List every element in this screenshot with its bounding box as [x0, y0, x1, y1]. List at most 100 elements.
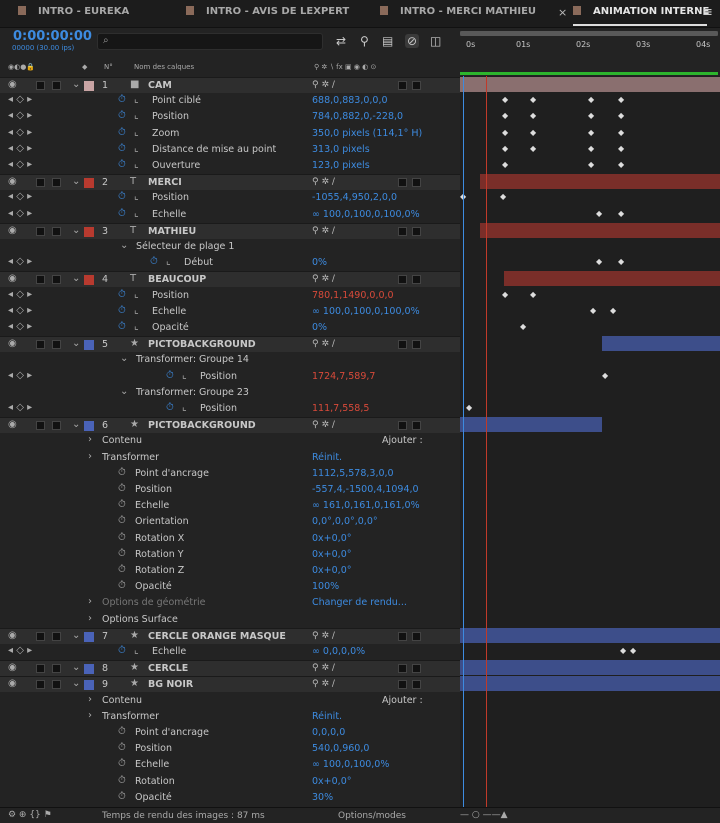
- expand-chevron-icon[interactable]: ⌄: [72, 630, 80, 641]
- keyframe-nav-icon[interactable]: ◂ ◇ ▸: [8, 256, 32, 267]
- layer-label-color[interactable]: [84, 680, 94, 691]
- group-row[interactable]: ⌄ Transformer: Groupe 14: [0, 352, 460, 369]
- parent-box[interactable]: [412, 178, 421, 188]
- stopwatch-icon[interactable]: ⏱: [118, 532, 126, 543]
- graph-icon[interactable]: ⌞: [134, 143, 139, 154]
- layer-duration-bar[interactable]: [480, 174, 720, 190]
- section-action[interactable]: Réinit.: [312, 452, 342, 463]
- time-navigator[interactable]: [460, 31, 718, 36]
- section-row[interactable]: › Contenu Ajouter :: [0, 433, 460, 450]
- expand-chevron-icon[interactable]: ⌄: [72, 79, 80, 90]
- solo-box[interactable]: [36, 340, 45, 350]
- property-value[interactable]: -1055,4,950,2,0,0: [312, 192, 397, 203]
- layer-row-3[interactable]: ◉ ⌄ 3 T MATHIEU ⚲ ✲ ∕: [0, 222, 460, 239]
- stopwatch-icon[interactable]: ⏱: [118, 305, 126, 316]
- keyframe-nav-icon[interactable]: ◂ ◇ ▸: [8, 191, 32, 202]
- keyframe-marker[interactable]: ◆: [530, 111, 536, 120]
- expand-chevron-icon[interactable]: ›: [88, 451, 92, 462]
- lock-box[interactable]: [52, 340, 61, 350]
- graph-icon[interactable]: ⌞: [134, 208, 139, 219]
- keyframe-nav-icon[interactable]: ◂ ◇ ▸: [8, 143, 32, 154]
- graph-icon[interactable]: ⌞: [134, 321, 139, 332]
- solo-box[interactable]: [36, 178, 45, 188]
- transform-row[interactable]: ⏱ Opacité 100%: [0, 579, 460, 596]
- keyframe-marker[interactable]: ◆: [502, 290, 508, 299]
- transform-value[interactable]: ∞ 100,0,100,0%: [312, 759, 389, 770]
- layer-name[interactable]: MATHIEU: [148, 226, 196, 237]
- keyframe-marker[interactable]: ◆: [502, 160, 508, 169]
- parent-box[interactable]: [412, 81, 421, 90]
- layer-row-2[interactable]: ◉ ⌄ 2 T MERCI ⚲ ✲ ∕: [0, 174, 460, 191]
- solo-box[interactable]: [36, 81, 45, 90]
- layer-label-color[interactable]: [84, 226, 94, 237]
- transform-row[interactable]: ⏱ Point d'ancrage 0,0,0,0: [0, 725, 460, 741]
- keyframe-marker[interactable]: ◆: [530, 128, 536, 137]
- stopwatch-icon[interactable]: ⏱: [118, 548, 126, 559]
- layer-name[interactable]: BEAUCOUP: [148, 274, 206, 285]
- parent-box[interactable]: [398, 178, 407, 188]
- switches-column-header[interactable]: ⚲ ✲ ∖ fx ▣ ◉ ◐ ⊙: [314, 63, 376, 71]
- solo-box[interactable]: [36, 226, 45, 236]
- layer-row-9[interactable]: ◉ ⌄ 9 ★ BG NOIR ⚲ ✲ ∕: [0, 676, 460, 693]
- transform-row[interactable]: ⏱ Rotation 0x+0,0°: [0, 773, 460, 790]
- visibility-icon[interactable]: ◉: [8, 419, 17, 430]
- expand-chevron-icon[interactable]: ⌄: [120, 353, 128, 364]
- section-action[interactable]: Changer de rendu...: [312, 597, 407, 608]
- layer-duration-bar[interactable]: [504, 271, 720, 287]
- layer-row-1[interactable]: ◉ ⌄ 1 ■ CAM ⚲ ✲ ∕: [0, 77, 460, 93]
- lock-box[interactable]: [52, 664, 61, 674]
- expand-chevron-icon[interactable]: ⌄: [72, 662, 80, 673]
- transform-value[interactable]: 0x+0,0°: [312, 776, 351, 787]
- group-row[interactable]: ⌄ Sélecteur de plage 1: [0, 239, 460, 255]
- parent-box[interactable]: [398, 81, 407, 90]
- layer-label-color[interactable]: [84, 631, 94, 642]
- layer-row-5[interactable]: ◉ ⌄ 5 ★ PICTOBACKGROUND ⚲ ✲ ∕: [0, 336, 460, 353]
- expand-chevron-icon[interactable]: ›: [88, 434, 92, 445]
- stopwatch-icon[interactable]: ⏱: [118, 645, 126, 656]
- layer-duration-bar[interactable]: [460, 417, 602, 433]
- layer-label-color[interactable]: [84, 178, 94, 189]
- layer-switches[interactable]: ⚲ ✲ ∕: [312, 631, 335, 641]
- keyframe-nav-icon[interactable]: ◂ ◇ ▸: [8, 305, 32, 316]
- expand-chevron-icon[interactable]: ›: [88, 694, 92, 705]
- layer-row-6[interactable]: ◉ ⌄ 6 ★ PICTOBACKGROUND ⚲ ✲ ∕: [0, 417, 460, 434]
- keyframe-nav-icon[interactable]: ◂ ◇ ▸: [8, 110, 32, 121]
- parent-box[interactable]: [398, 421, 407, 431]
- expand-chevron-icon[interactable]: ⌄: [72, 678, 80, 689]
- motion-blur-icon[interactable]: ◫: [430, 34, 441, 48]
- transform-row[interactable]: ⏱ Echelle ∞ 161,0,161,0,161,0%: [0, 498, 460, 515]
- visibility-icon[interactable]: ◉: [8, 273, 17, 284]
- keyframe-marker[interactable]: ◆: [618, 209, 624, 218]
- parent-box[interactable]: [398, 275, 407, 285]
- keyframe-marker[interactable]: ◆: [502, 128, 508, 137]
- keyframe-nav-icon[interactable]: ◂ ◇ ▸: [8, 321, 32, 332]
- keyframe-marker[interactable]: ◆: [466, 403, 472, 412]
- keyframe-marker[interactable]: ◆: [502, 111, 508, 120]
- stopwatch-icon[interactable]: ⏱: [118, 791, 126, 802]
- property-row[interactable]: ◂ ◇ ▸ ⏱ ⌞ Echelle ∞ 100,0,100,0,100,0%: [0, 303, 460, 320]
- keyframe-marker[interactable]: ◆: [618, 144, 624, 153]
- keyframe-marker[interactable]: ◆: [630, 646, 636, 655]
- stopwatch-icon[interactable]: ⏱: [118, 758, 126, 769]
- graph-icon[interactable]: ⌞: [134, 110, 139, 121]
- property-row[interactable]: ◂ ◇ ▸ ⏱ ⌞ Début 0%: [0, 255, 460, 272]
- lock-box[interactable]: [52, 275, 61, 285]
- toggle-switches-icon[interactable]: ⚙ ⊕ {} ⚑: [8, 810, 52, 820]
- keyframe-nav-icon[interactable]: ◂ ◇ ▸: [8, 645, 32, 656]
- lock-box[interactable]: [52, 680, 61, 690]
- parent-box[interactable]: [398, 680, 407, 690]
- property-value[interactable]: 350,0 pixels (114,1° H): [312, 128, 422, 139]
- property-row[interactable]: ◂ ◇ ▸ ⏱ ⌞ Position -1055,4,950,2,0,0: [0, 190, 460, 207]
- transform-row[interactable]: ⏱ Rotation X 0x+0,0°: [0, 530, 460, 547]
- solo-box[interactable]: [36, 664, 45, 674]
- draft-3d-icon[interactable]: ⚲: [360, 34, 369, 48]
- stopwatch-icon[interactable]: ⏱: [118, 742, 126, 753]
- keyframe-nav-icon[interactable]: ◂ ◇ ▸: [8, 94, 32, 105]
- layer-label-color[interactable]: [84, 421, 94, 432]
- stopwatch-icon[interactable]: ⏱: [118, 191, 126, 202]
- keyframe-marker[interactable]: ◆: [590, 306, 596, 315]
- tab-intro-eureka[interactable]: INTRO - EUREKA: [18, 6, 129, 22]
- options-modes-button[interactable]: Options/modes: [338, 811, 406, 821]
- lock-box[interactable]: [52, 178, 61, 188]
- search-input[interactable]: ⌕: [97, 33, 323, 50]
